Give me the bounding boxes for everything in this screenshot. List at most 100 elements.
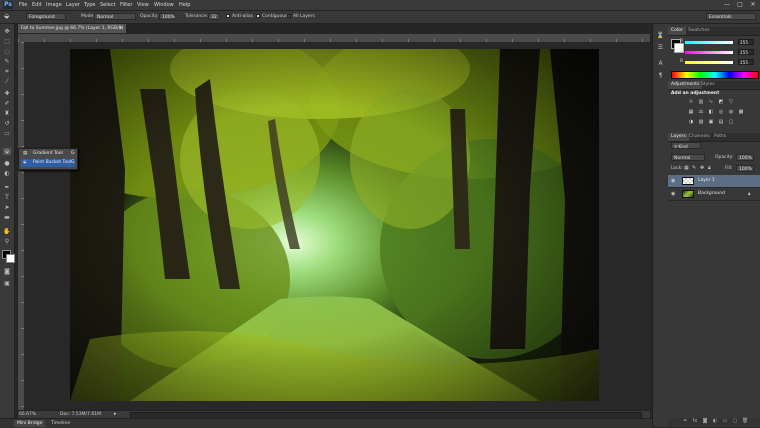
color-balance-icon[interactable]: ⚖ xyxy=(698,109,704,115)
blue-value[interactable]: 255 xyxy=(738,59,754,65)
spot-healing-tool-icon[interactable]: ✚ xyxy=(3,90,11,97)
layer-filter-dropdown[interactable]: ⚲ Kind xyxy=(671,142,701,149)
photo-filter-icon[interactable]: ◎ xyxy=(718,109,724,115)
close-document-icon[interactable]: × xyxy=(119,24,123,33)
maximize-icon[interactable]: □ xyxy=(735,1,745,9)
paragraph-panel-icon[interactable]: ¶ xyxy=(656,72,665,80)
zoom-level[interactable]: 66.67% xyxy=(19,412,36,417)
document-tab[interactable]: Fall to Summer.jpg @ 66.7% (Layer 1, RGB… xyxy=(18,24,126,40)
marquee-tool-icon[interactable]: ⬚ xyxy=(3,38,11,45)
exposure-icon[interactable]: ◩ xyxy=(718,99,724,105)
new-group-icon[interactable]: ▭ xyxy=(722,418,728,424)
blend-mode-dropdown[interactable]: Normal xyxy=(671,154,705,161)
background-color-swatch[interactable] xyxy=(6,254,15,263)
all-layers-checkbox[interactable] xyxy=(287,14,291,18)
antialias-checkbox[interactable] xyxy=(226,14,230,18)
tab-paths[interactable]: Paths xyxy=(711,133,729,141)
fill-input[interactable]: 100% xyxy=(736,165,754,172)
menu-select[interactable]: Select xyxy=(100,2,115,8)
opacity-input[interactable]: 100% xyxy=(159,13,175,20)
status-menu-arrow-icon[interactable]: ▸ xyxy=(114,411,117,417)
menu-image[interactable]: Image xyxy=(46,2,62,8)
posterize-icon[interactable]: ▨ xyxy=(698,119,704,125)
path-selection-tool-icon[interactable]: ➤ xyxy=(3,204,11,211)
minimize-icon[interactable]: — xyxy=(722,1,732,9)
menu-layer[interactable]: Layer xyxy=(66,2,80,8)
quick-selection-tool-icon[interactable]: ✎ xyxy=(3,58,11,65)
black-white-icon[interactable]: ◧ xyxy=(708,109,714,115)
workspace-dropdown[interactable]: Essentials xyxy=(706,13,756,20)
quick-mask-icon[interactable]: ◙ xyxy=(3,268,11,275)
dodge-tool-icon[interactable]: ◐ xyxy=(3,170,11,177)
flyout-item-paint-bucket-tool[interactable]: ⬙ Paint Bucket Tool G xyxy=(21,159,75,167)
link-layers-icon[interactable]: ⚭ xyxy=(682,418,688,424)
layer-opacity-input[interactable]: 100% xyxy=(736,154,754,161)
lock-pixels-icon[interactable]: ✎ xyxy=(692,165,696,171)
red-value[interactable]: 255 xyxy=(738,39,754,45)
color-lookup-icon[interactable]: ▩ xyxy=(738,109,744,115)
tab-swatches[interactable]: Swatches xyxy=(685,27,713,35)
character-panel-icon[interactable]: A xyxy=(656,60,665,68)
paint-bucket-tool-icon[interactable]: ⬙ xyxy=(3,148,11,155)
menu-edit[interactable]: Edit xyxy=(32,2,42,8)
new-adjustment-layer-icon[interactable]: ◐ xyxy=(712,418,718,424)
lock-all-icon[interactable]: 🔒︎ xyxy=(708,165,711,171)
tab-mini-bridge[interactable]: Mini Bridge xyxy=(14,420,46,427)
channel-mixer-icon[interactable]: ◍ xyxy=(728,109,734,115)
close-icon[interactable]: ✕ xyxy=(748,1,758,9)
paint-bucket-preset-icon[interactable]: ⬙ xyxy=(4,12,12,21)
lock-transparent-icon[interactable]: ▦ xyxy=(684,165,689,171)
crop-tool-icon[interactable]: ⌗ xyxy=(3,68,11,75)
history-panel-icon[interactable]: ⌛ xyxy=(656,32,665,40)
contiguous-checkbox[interactable] xyxy=(256,14,260,18)
menu-type[interactable]: Type xyxy=(84,2,95,8)
zoom-tool-icon[interactable]: ⚲ xyxy=(3,238,11,245)
layer-style-icon[interactable]: fx xyxy=(692,418,698,424)
menu-file[interactable]: File xyxy=(19,2,27,8)
tab-color[interactable]: Color xyxy=(668,27,686,35)
selective-color-icon[interactable]: ▢ xyxy=(728,119,734,125)
green-value[interactable]: 255 xyxy=(738,49,754,55)
tab-styles[interactable]: Styles xyxy=(698,81,718,89)
history-brush-tool-icon[interactable]: ↺ xyxy=(3,120,11,127)
hand-tool-icon[interactable]: ✋ xyxy=(3,228,11,235)
delete-layer-icon[interactable]: 🗑︎ xyxy=(742,418,748,424)
screen-mode-icon[interactable]: ▣ xyxy=(3,280,11,287)
fill-source-dropdown[interactable]: Foreground xyxy=(26,13,66,20)
brightness-contrast-icon[interactable]: ☼ xyxy=(688,99,694,105)
layer-row-layer-1[interactable]: ◉ Layer 1 xyxy=(668,175,760,188)
blue-slider[interactable] xyxy=(685,61,733,64)
clone-stamp-tool-icon[interactable]: ♜ xyxy=(3,110,11,117)
red-slider[interactable] xyxy=(685,41,733,44)
vibrance-icon[interactable]: ▽ xyxy=(728,99,734,105)
mode-dropdown[interactable]: Normal xyxy=(94,13,136,20)
curves-icon[interactable]: ∿ xyxy=(708,99,714,105)
properties-panel-icon[interactable]: ☰ xyxy=(656,44,665,52)
hue-saturation-icon[interactable]: ▦ xyxy=(688,109,694,115)
eraser-tool-icon[interactable]: ▭ xyxy=(3,130,11,137)
rectangle-tool-icon[interactable]: ▬ xyxy=(3,214,11,221)
new-layer-icon[interactable]: ▢ xyxy=(732,418,738,424)
brush-tool-icon[interactable]: ✐ xyxy=(3,100,11,107)
color-spectrum-ramp[interactable] xyxy=(671,71,759,79)
invert-icon[interactable]: ◑ xyxy=(688,119,694,125)
forest-path-image[interactable] xyxy=(70,49,599,401)
gradient-map-icon[interactable]: ▤ xyxy=(718,119,724,125)
layer-mask-icon[interactable]: ◙ xyxy=(702,418,708,424)
visibility-eye-icon[interactable]: ◉ xyxy=(671,178,675,184)
flyout-item-gradient-tool[interactable]: ▤ Gradient Tool G xyxy=(21,150,75,158)
green-slider[interactable] xyxy=(685,51,733,54)
blur-tool-icon[interactable]: ● xyxy=(3,160,11,167)
tolerance-input[interactable]: 32 xyxy=(208,13,220,20)
lock-position-icon[interactable]: ✥ xyxy=(700,165,704,171)
menu-help[interactable]: Help xyxy=(179,2,190,8)
menu-window[interactable]: Window xyxy=(154,2,174,8)
menu-filter[interactable]: Filter xyxy=(120,2,132,8)
tab-timeline[interactable]: Timeline xyxy=(48,420,73,427)
lasso-tool-icon[interactable]: ◌ xyxy=(3,48,11,55)
type-tool-icon[interactable]: T xyxy=(3,194,11,201)
eyedropper-tool-icon[interactable]: ⁄ xyxy=(3,78,11,85)
levels-icon[interactable]: ▥ xyxy=(698,99,704,105)
move-tool-icon[interactable]: ✥ xyxy=(3,28,11,35)
layer-row-background[interactable]: ◉ Background 🔒︎ xyxy=(668,188,760,201)
